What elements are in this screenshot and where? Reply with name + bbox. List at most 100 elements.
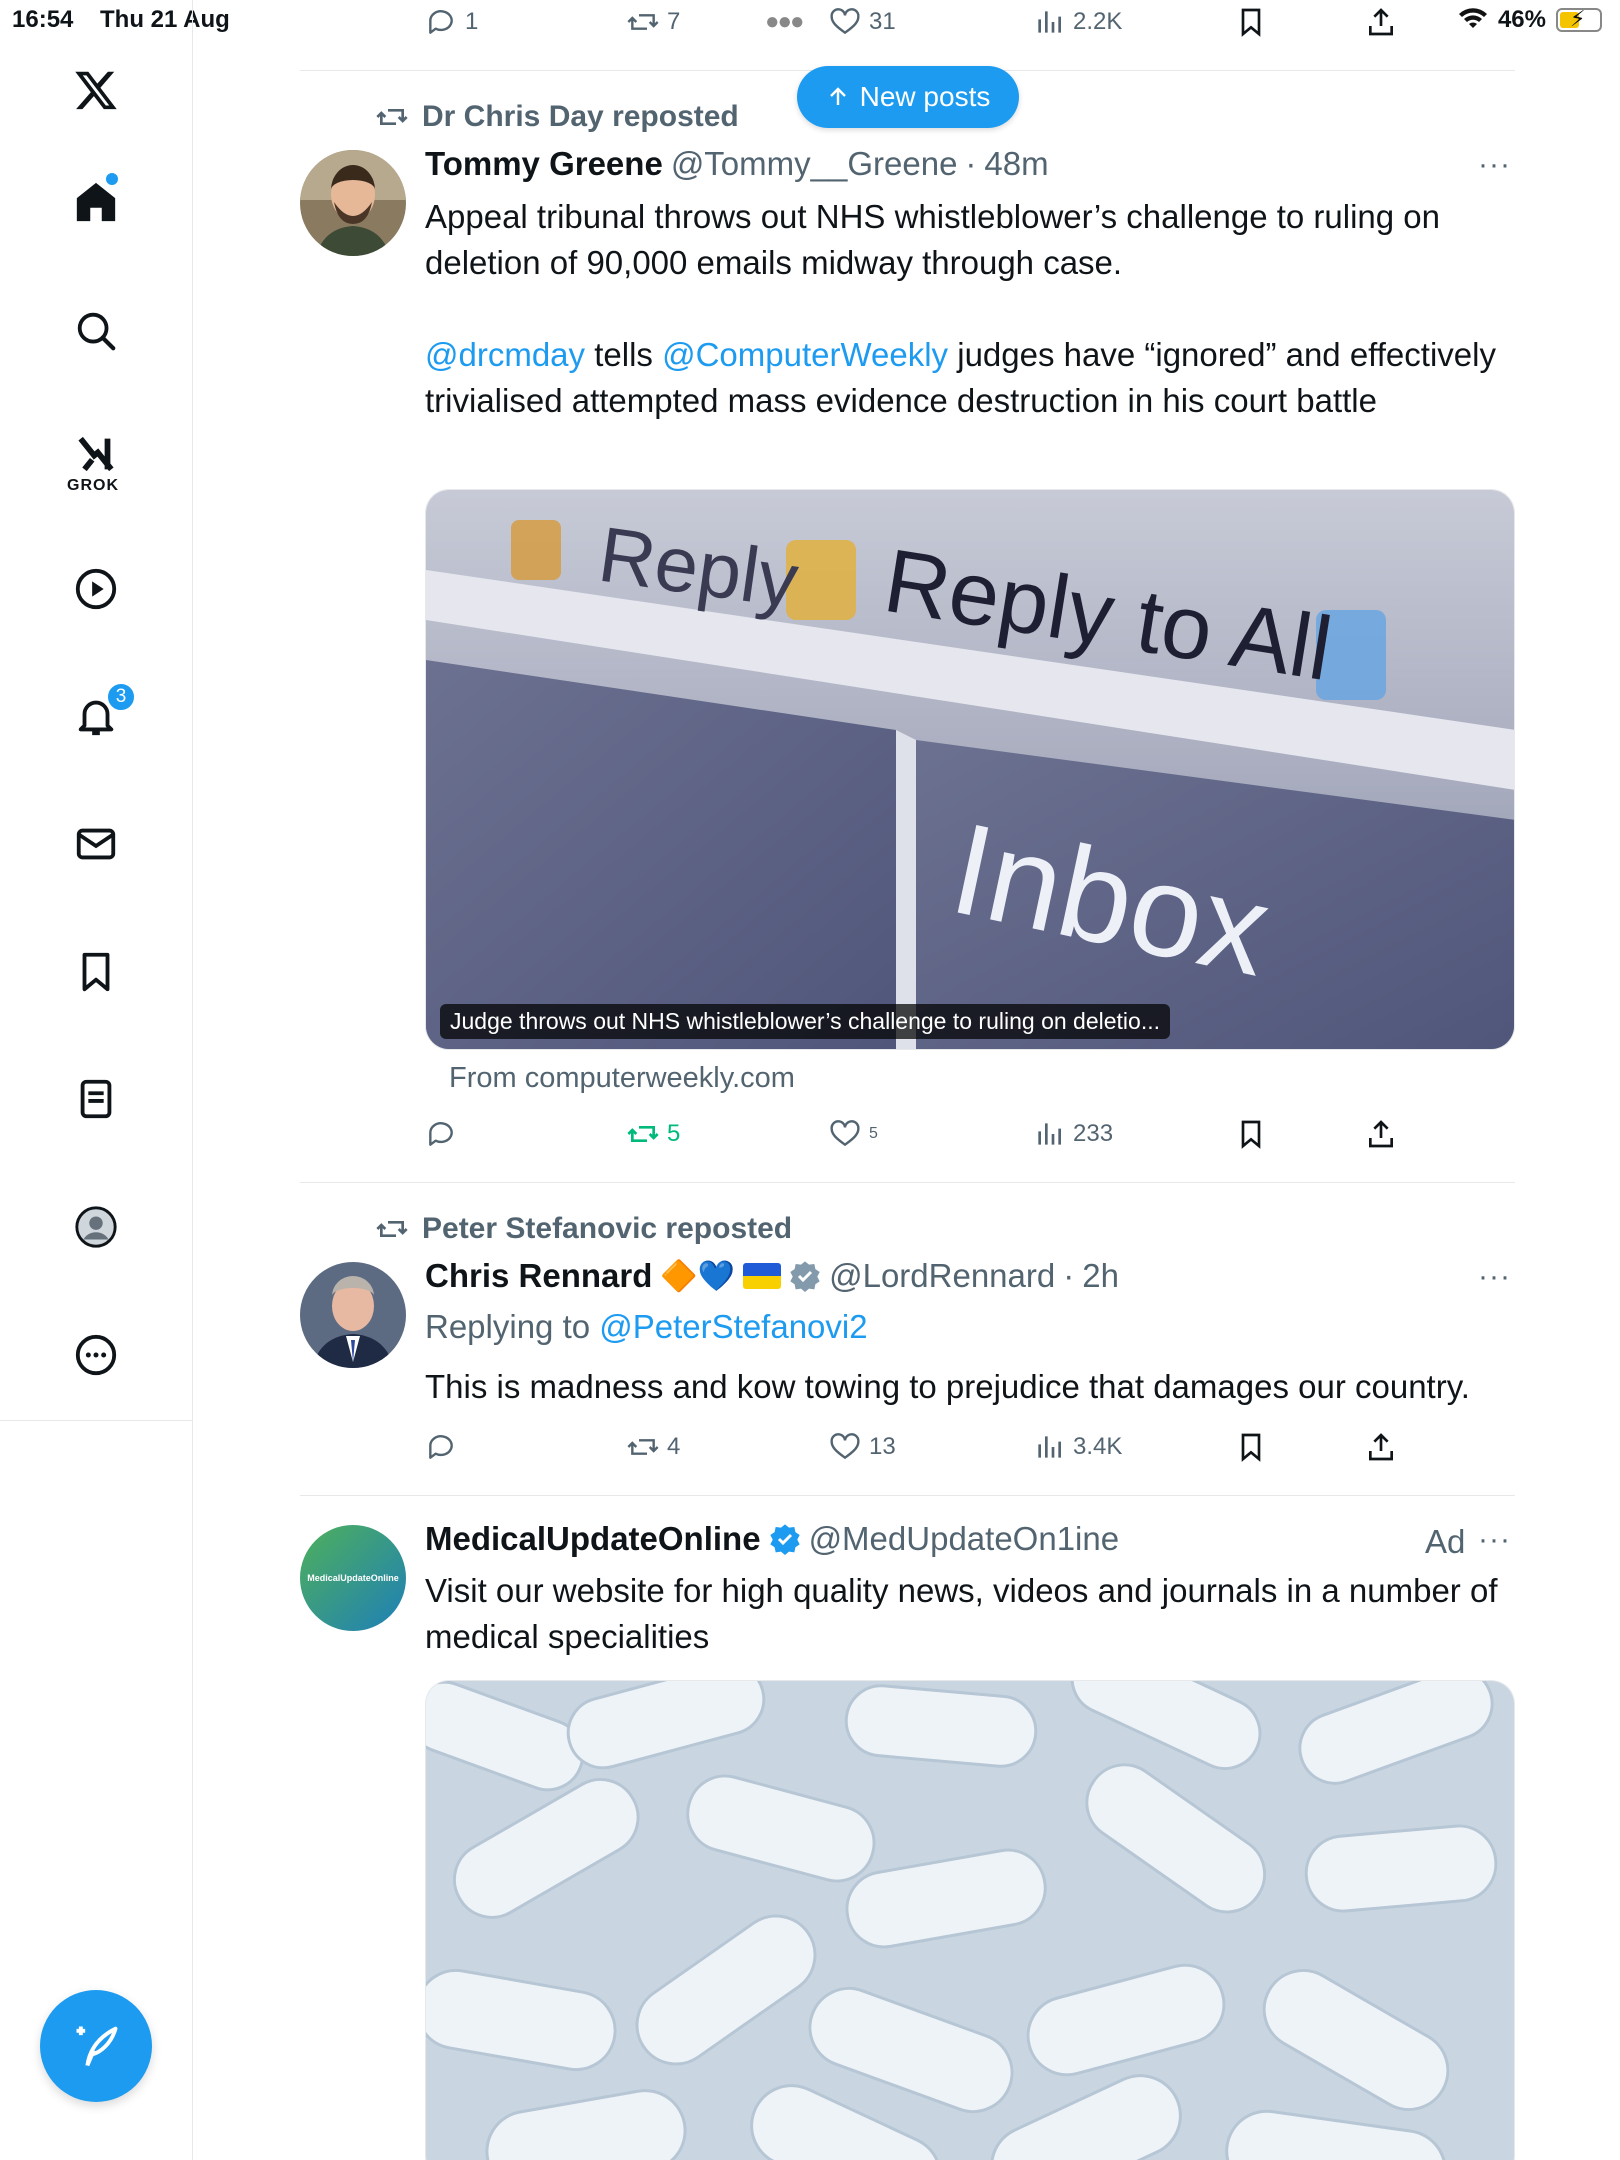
post-actions: 4 13 3.4K [425,1427,1425,1467]
views-button[interactable]: 233 [1033,1114,1113,1154]
messages-envelope-icon[interactable] [60,808,132,880]
post-header: MedicalUpdateOnline @MedUpdateOn1ine [425,1520,1119,1558]
status-right: 46% ⚡ [1458,6,1602,34]
bookmarks-icon[interactable] [60,936,132,1008]
like-count: 31 [869,8,896,35]
battery-icon: ⚡ [1556,6,1602,32]
link-card-source[interactable]: From computerweekly.com [449,1062,795,1095]
post-text: Appeal tribunal throws out NHS whistlebl… [425,194,1515,424]
post-divider [300,1182,1515,1183]
replying-prefix: Replying to [425,1308,600,1345]
share-button[interactable] [1365,1427,1397,1467]
bookmark-icon [1241,8,1261,37]
like-button[interactable]: 5 [829,1114,878,1154]
mention-link[interactable]: @drcmday [425,336,585,373]
ukraine-flag-icon [743,1263,782,1289]
post-text: Visit our website for high quality news,… [425,1572,1498,1655]
share-icon [1369,1433,1393,1461]
video-play-icon[interactable] [60,553,132,625]
post-text-paragraph-2: @drcmday tells @ComputerWeekly judges ha… [425,332,1515,424]
views-button[interactable]: 2.2K [1033,2,1122,42]
author-handle[interactable]: @LordRennard [829,1257,1055,1295]
author-handle[interactable]: @Tommy__Greene [671,145,958,183]
bookmark-button[interactable] [1235,2,1267,42]
grok-label: GROK [67,477,119,494]
reply-button[interactable] [425,1427,457,1467]
repost-count: 5 [667,1120,681,1147]
x-logo-icon[interactable] [60,54,132,126]
like-count: 5 [869,1125,878,1142]
notifications-badge: 3 [106,682,136,712]
repost-icon [376,109,408,125]
repost-icon [627,14,659,30]
post-more-icon[interactable]: ··· [1478,148,1511,182]
repost-attribution[interactable]: Peter Stefanovic reposted [376,1212,792,1246]
post-more-options-icon[interactable]: ●●● [765,2,804,42]
bookmark-button[interactable] [1235,1427,1267,1467]
avatar-brand-text: MedicalUpdateOnline [307,1573,399,1583]
link-card-image[interactable]: Reply Reply to All Inbox Judge throws ou… [425,489,1515,1050]
ad-media-image[interactable] [425,1680,1515,2160]
ad-label: Ad [1425,1523,1466,1560]
repost-by-label: Peter Stefanovic reposted [422,1212,793,1245]
reply-icon [429,1435,453,1459]
post-actions: 5 5 233 [425,1114,1425,1154]
author-name[interactable]: Chris Rennard [425,1257,652,1295]
reply-button[interactable]: 1 [425,2,478,42]
reply-icon [429,1122,453,1146]
reply-button[interactable] [425,1114,457,1154]
reply-icon [429,10,453,34]
battery-percent: 46% [1497,6,1546,33]
author-name[interactable]: MedicalUpdateOnline [425,1520,761,1558]
post-time[interactable]: 48m [984,145,1048,183]
share-icon [1369,8,1393,36]
bookmark-button[interactable] [1235,1114,1267,1154]
separator-dot: · [965,145,977,182]
share-button[interactable] [1365,1114,1397,1154]
repost-attribution[interactable]: Dr Chris Day reposted [376,100,739,134]
more-options-icon[interactable] [60,1319,132,1391]
home-icon[interactable] [60,166,132,238]
repost-button[interactable]: 4 [627,1427,680,1467]
compose-post-icon [76,2026,118,2067]
repost-button[interactable]: 7 [627,2,680,42]
author-emoji: 🔶💙 [660,1259,736,1293]
repost-icon [376,1221,408,1237]
views-count: 233 [1073,1120,1114,1147]
search-icon[interactable] [60,295,132,367]
sidebar: GROK 3 [0,0,193,2160]
avatar[interactable] [300,1262,406,1368]
like-button[interactable]: 31 [829,2,896,42]
like-button[interactable]: 13 [829,1427,896,1467]
author-handle[interactable]: @MedUpdateOn1ine [809,1520,1120,1558]
views-button[interactable]: 3.4K [1033,1427,1122,1467]
bookmark-icon [1241,1120,1261,1149]
post-time[interactable]: 2h [1082,1257,1119,1295]
post-more-icon[interactable]: ··· [1478,1523,1511,1557]
like-count: 13 [869,1433,896,1460]
link-card-caption: Judge throws out NHS whistleblower’s cha… [440,1004,1170,1039]
profile-icon[interactable] [60,1191,132,1263]
new-posts-button[interactable]: New posts [797,66,1019,128]
repost-button[interactable]: 5 [627,1114,680,1154]
post-header: Tommy Greene @Tommy__Greene · 48m [425,145,1049,183]
heart-icon [830,8,860,35]
post-text-fragment: tells [585,336,663,373]
repost-by-label: Dr Chris Day reposted [422,100,739,133]
arrow-up-icon [829,87,846,105]
avatar[interactable]: MedicalUpdateOnline [300,1525,406,1631]
reply-count: 1 [465,8,479,35]
avatar[interactable] [300,150,406,256]
mention-link[interactable]: @ComputerWeekly [662,336,948,373]
views-count: 3.4K [1073,1433,1123,1460]
author-name[interactable]: Tommy Greene [425,145,663,183]
separator-dot: · [1063,1257,1075,1294]
post-more-icon[interactable]: ··· [1478,1260,1511,1294]
analytics-icon [1038,1123,1061,1145]
replying-to-link[interactable]: @PeterStefanovi2 [599,1308,867,1345]
lists-icon[interactable] [60,1063,132,1135]
compose-post-button[interactable] [40,1990,152,2102]
repost-count: 7 [667,8,681,35]
analytics-icon [1038,1436,1061,1458]
share-button[interactable] [1365,2,1397,42]
